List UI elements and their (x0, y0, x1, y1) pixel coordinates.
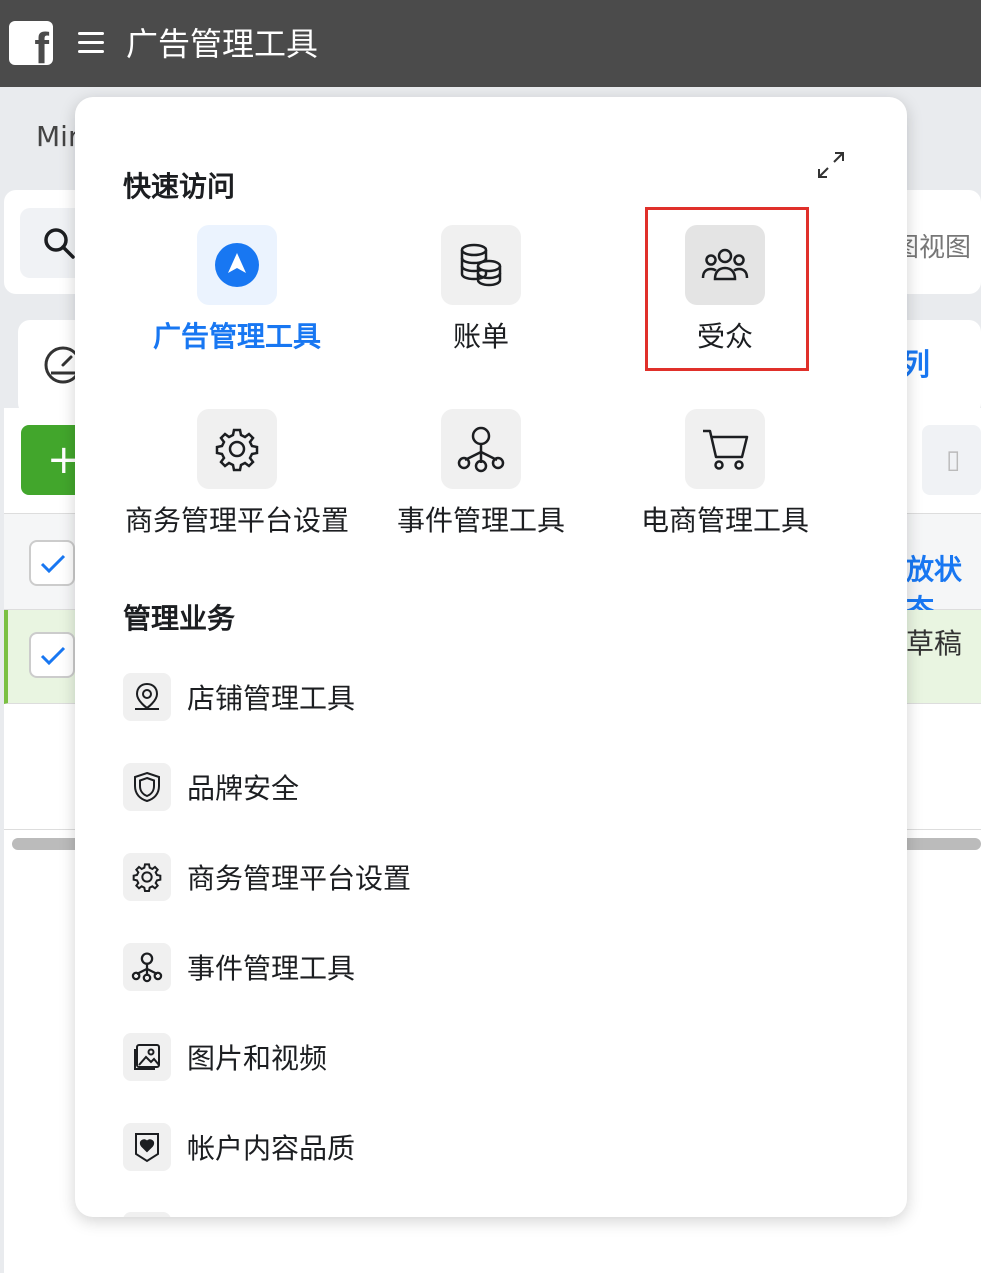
select-all-checkbox[interactable] (29, 540, 75, 586)
cart-icon (685, 409, 765, 489)
list-item-brand-safety[interactable]: 品牌安全 (123, 759, 823, 815)
quick-item-business-settings[interactable]: 商务管理平台设置 (117, 409, 357, 559)
manage-business-title: 管理业务 (123, 602, 236, 635)
account-name[interactable]: Mir (36, 120, 79, 153)
quick-item-billing[interactable]: 账单 (361, 225, 601, 375)
quick-item-label: 账单 (452, 320, 509, 353)
clipboard-icon[interactable]: ▯ (922, 425, 981, 495)
list-item-label: 事件管理工具 (187, 952, 356, 985)
gear-icon (197, 409, 277, 489)
list-item-events-manager[interactable]: 事件管理工具 (123, 939, 823, 995)
quick-item-label: 商务管理平台设置 (124, 504, 349, 537)
quick-item-label: 广告管理工具 (152, 320, 321, 353)
account-quality-icon (123, 1123, 171, 1171)
app-title: 广告管理工具 (126, 25, 319, 63)
quick-item-commerce-manager[interactable]: 电商管理工具 (605, 409, 845, 559)
media-icon (123, 1033, 171, 1081)
quick-item-ads-manager[interactable]: 广告管理工具 (117, 225, 357, 375)
list-item-label: 图片和视频 (187, 1042, 328, 1075)
list-item-label: 商务管理平台设置 (187, 862, 412, 895)
quick-access-title: 快速访问 (123, 170, 236, 203)
location-pin-icon (123, 673, 171, 721)
list-item-label: 帐户内容品质 (187, 1132, 356, 1165)
hamburger-menu-icon[interactable] (78, 32, 104, 54)
list-item-partial[interactable] (123, 1212, 171, 1217)
list-item-label: 品牌安全 (187, 772, 300, 805)
quick-item-label: 事件管理工具 (396, 504, 565, 537)
list-item-media[interactable]: 图片和视频 (123, 1029, 823, 1085)
row-checkbox[interactable] (29, 632, 75, 678)
events-manager-icon (441, 409, 521, 489)
shield-icon (123, 763, 171, 811)
quick-item-label: 电商管理工具 (640, 504, 809, 537)
list-item-label: 店铺管理工具 (187, 682, 356, 715)
all-tools-menu: 快速访问 广告管理工具 账单 受众 商务管理平台设置 事件管理工具 电商管理工具… (75, 97, 907, 1217)
list-item-account-quality[interactable]: 帐户内容品质 (123, 1119, 823, 1175)
top-bar: f 广告管理工具 (0, 0, 981, 87)
row-status: 草稿 (906, 627, 963, 660)
highlight-box (645, 207, 809, 371)
expand-icon[interactable] (815, 149, 847, 181)
quick-item-events-manager[interactable]: 事件管理工具 (361, 409, 601, 559)
billing-icon (441, 225, 521, 305)
list-item-business-settings[interactable]: 商务管理平台设置 (123, 849, 823, 905)
ads-manager-icon (197, 225, 277, 305)
events-manager-icon (123, 943, 171, 991)
facebook-logo-icon[interactable]: f (9, 21, 53, 65)
gear-icon (123, 853, 171, 901)
search-icon[interactable] (42, 226, 76, 260)
list-item-shops[interactable]: 店铺管理工具 (123, 669, 823, 725)
